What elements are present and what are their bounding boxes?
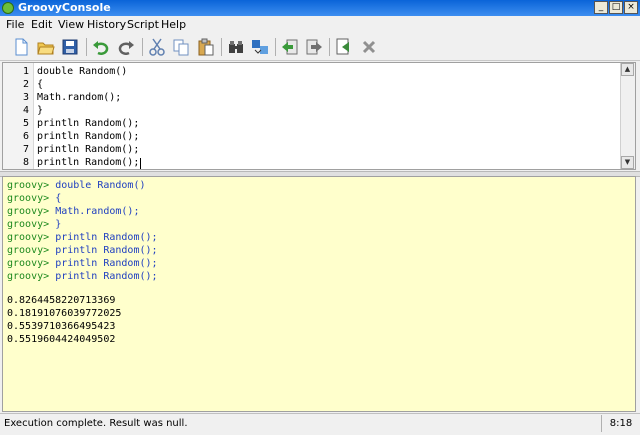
code-line[interactable]: }: [37, 105, 43, 116]
run-script-icon[interactable]: [335, 38, 353, 56]
toolbar-separator: [275, 38, 276, 56]
history-forward-icon[interactable]: [305, 38, 323, 56]
output-line: groovy> println Random();: [7, 232, 158, 243]
output-line: groovy> {: [7, 193, 61, 204]
status-message: Execution complete. Result was null.: [4, 418, 188, 429]
line-number-gutter: 1 2 3 4 5 6 7 8: [3, 63, 34, 169]
output-command: println Random();: [55, 258, 158, 269]
line-number: 3: [22, 92, 29, 103]
toolbar-separator: [329, 38, 330, 56]
output-result: 0.5519604424049502: [7, 334, 116, 345]
interrupt-icon[interactable]: [360, 38, 378, 56]
line-number: 2: [22, 79, 29, 90]
redo-icon[interactable]: [117, 38, 135, 56]
line-number: 7: [22, 144, 29, 155]
toolbar-separator: [221, 38, 222, 56]
line-number: 4: [22, 105, 29, 116]
output-prompt: groovy>: [7, 245, 50, 256]
code-line[interactable]: println Random();: [37, 157, 139, 168]
output-line: groovy> Math.random();: [7, 206, 139, 217]
undo-icon[interactable]: [92, 38, 110, 56]
toolbar-separator: [86, 38, 87, 56]
status-bar: Execution complete. Result was null. 8:1…: [0, 413, 640, 435]
code-line[interactable]: {: [37, 79, 43, 90]
code-line[interactable]: Math.random();: [37, 92, 121, 103]
script-editor[interactable]: 1 2 3 4 5 6 7 8 double Random() { Math.r…: [2, 62, 636, 170]
output-result: 0.8264458220713369: [7, 295, 116, 306]
code-line[interactable]: println Random();: [37, 144, 139, 155]
scroll-down-icon[interactable]: ▼: [621, 156, 634, 169]
groovy-console-window: GroovyConsole _ □ × File Edit View Histo…: [0, 0, 640, 435]
menu-help[interactable]: Help: [161, 18, 186, 31]
output-result: 0.18191076039772025: [7, 308, 122, 319]
output-pane[interactable]: groovy> double Random() groovy> { groovy…: [2, 176, 636, 412]
text-cursor: [140, 158, 141, 169]
output-line: groovy> double Random(): [7, 180, 146, 191]
groovy-app-icon: [2, 2, 14, 14]
output-command: }: [55, 219, 62, 230]
open-folder-icon[interactable]: [37, 38, 55, 56]
output-prompt: groovy>: [7, 232, 50, 243]
output-command: Math.random();: [55, 206, 140, 217]
editor-vertical-scrollbar[interactable]: ▲ ▼: [620, 63, 635, 169]
minimize-button[interactable]: _: [594, 1, 608, 14]
output-prompt: groovy>: [7, 271, 50, 282]
close-button[interactable]: ×: [624, 1, 638, 14]
output-line: groovy> }: [7, 219, 61, 230]
output-prompt: groovy>: [7, 219, 50, 230]
output-line: groovy> println Random();: [7, 258, 158, 269]
menu-bar: File Edit View History Script Help: [0, 16, 640, 34]
output-command: double Random(): [55, 180, 146, 191]
toolbar-separator: [142, 38, 143, 56]
scroll-up-icon[interactable]: ▲: [621, 63, 634, 76]
code-line[interactable]: double Random(): [37, 66, 127, 77]
line-number: 5: [22, 118, 29, 129]
replace-icon[interactable]: [251, 38, 269, 56]
output-command: println Random();: [55, 271, 158, 282]
line-number: 6: [22, 131, 29, 142]
history-back-icon[interactable]: [281, 38, 299, 56]
toolbar: [0, 34, 640, 61]
menu-edit[interactable]: Edit: [31, 18, 52, 31]
title-bar[interactable]: GroovyConsole _ □ ×: [0, 0, 640, 16]
cut-icon[interactable]: [148, 38, 166, 56]
output-prompt: groovy>: [7, 180, 50, 191]
paste-icon[interactable]: [197, 38, 215, 56]
save-icon[interactable]: [61, 38, 79, 56]
line-number: 8: [22, 157, 29, 168]
output-prompt: groovy>: [7, 193, 50, 204]
new-file-icon[interactable]: [12, 38, 30, 56]
output-line: groovy> println Random();: [7, 271, 158, 282]
window-title: GroovyConsole: [18, 1, 111, 14]
caret-position: 8:18: [601, 415, 640, 432]
copy-icon[interactable]: [172, 38, 190, 56]
output-line: groovy> println Random();: [7, 245, 158, 256]
output-prompt: groovy>: [7, 206, 50, 217]
line-number: 1: [22, 66, 29, 77]
output-command: println Random();: [55, 232, 158, 243]
output-prompt: groovy>: [7, 258, 50, 269]
output-command: {: [55, 193, 62, 204]
code-line[interactable]: println Random();: [37, 118, 139, 129]
output-command: println Random();: [55, 245, 158, 256]
output-result: 0.5539710366495423: [7, 321, 116, 332]
code-line[interactable]: println Random();: [37, 131, 139, 142]
menu-script[interactable]: Script: [127, 18, 159, 31]
menu-file[interactable]: File: [6, 18, 24, 31]
menu-view[interactable]: View: [58, 18, 84, 31]
menu-history[interactable]: History: [87, 18, 126, 31]
find-icon[interactable]: [227, 38, 245, 56]
maximize-button[interactable]: □: [609, 1, 623, 14]
